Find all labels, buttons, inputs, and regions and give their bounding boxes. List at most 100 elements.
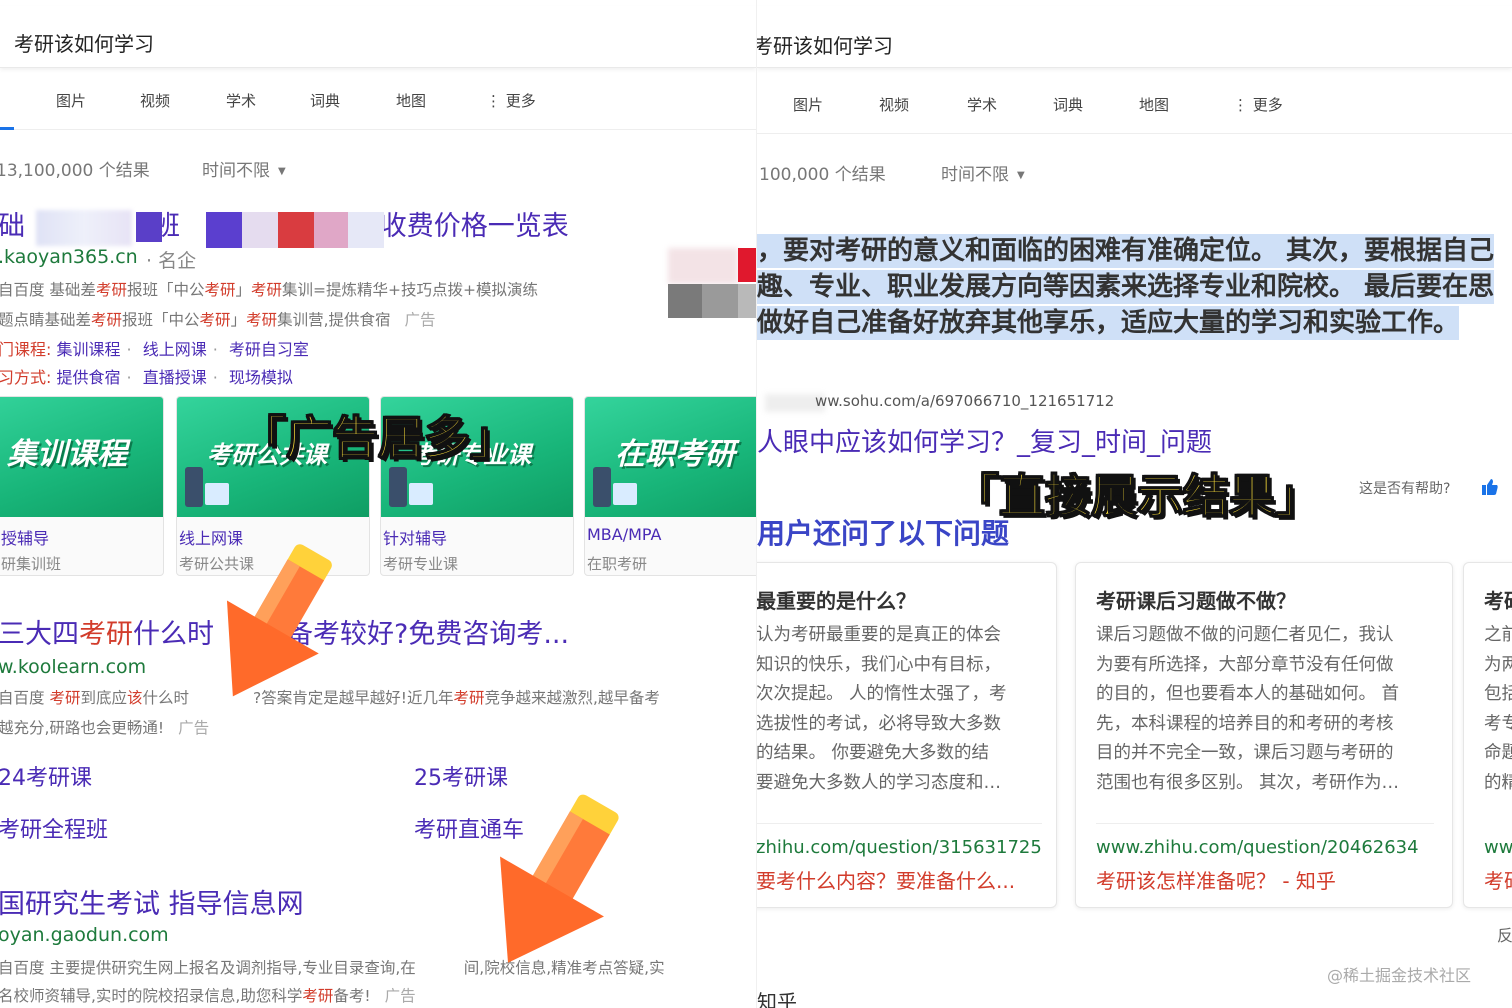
results-count: 13,100,000 个结果 bbox=[0, 161, 150, 181]
search-query[interactable]: 考研该如何学习 bbox=[14, 28, 154, 57]
ad-result-url[interactable]: w.koolearn.com bbox=[0, 656, 146, 678]
ad-result-brand: · 名企 bbox=[146, 250, 197, 272]
sitelink[interactable]: 考研全程班 bbox=[0, 812, 108, 844]
watermark: @稀土掘金技术社区 bbox=[1327, 966, 1472, 985]
ad-snippet-line2: 题点睛基础差考研报班「中公考研」考研集训营,提供食宿 广告 bbox=[0, 311, 436, 329]
arrow-down-left-icon bbox=[500, 794, 619, 963]
time-filter-dropdown[interactable]: 时间不限 ▼ bbox=[941, 160, 1025, 185]
ad-snippet-line2: 越充分,研路也会更畅通! 广告 bbox=[0, 719, 210, 737]
pixelated-region bbox=[738, 248, 756, 282]
answer-text-line: 做好自己准备好放弃其他享乐，适应大量的学习和实验工作。 bbox=[757, 306, 1460, 340]
question-answer: 课后习题做不做的问题仁者见仁，我认 为要有所选择，大部分章节没有任何做 的目的，… bbox=[1096, 625, 1400, 793]
course-card-image: 在职考研 bbox=[585, 397, 756, 517]
time-filter-dropdown[interactable]: 时间不限 ▼ bbox=[202, 156, 286, 181]
helpful-prompt: 这是否有帮助? bbox=[1359, 481, 1451, 497]
divider bbox=[757, 823, 1042, 824]
course-card-image: 集训课程 bbox=[0, 397, 163, 517]
thumbs-up-icon[interactable] bbox=[1481, 478, 1499, 496]
pixelated-region bbox=[278, 212, 314, 248]
question-answer: 之前 为两 包括 考专 命题 的精 bbox=[1484, 625, 1512, 793]
caret-down-icon: ▼ bbox=[1017, 169, 1025, 181]
pixelated-region bbox=[136, 212, 162, 242]
tab-more[interactable]: ⋮ 更多 bbox=[486, 90, 536, 111]
search-query[interactable]: 考研该如何学习 bbox=[757, 30, 893, 59]
laptop-icon bbox=[613, 483, 637, 505]
feedback-link[interactable]: 反 bbox=[1497, 922, 1512, 946]
tab-active-indicator bbox=[0, 127, 14, 130]
question-source-url[interactable]: zhihu.com/question/315631725 bbox=[757, 837, 1042, 858]
question-card[interactable]: 最重要的是什么？ 认为考研最重要的是真正的体会 知识的快乐，我们心中有目标， 次… bbox=[756, 562, 1057, 908]
answer-source-url[interactable]: ww.sohu.com/a/697066710_121651712 bbox=[815, 392, 1114, 410]
caret-down-icon: ▼ bbox=[278, 165, 286, 177]
pixelated-region bbox=[668, 284, 702, 318]
arrow-down-left-icon bbox=[226, 544, 332, 697]
search-tabs: 图片 视频 学术 词典 地图 ⋮ 更多 bbox=[0, 88, 756, 130]
tab-images[interactable]: 图片 bbox=[793, 94, 823, 115]
question-card[interactable]: 考研课后习题做不做？ 课后习题做不做的问题仁者见仁，我认 为要有所选择，大部分章… bbox=[1075, 562, 1453, 908]
course-card[interactable]: 在职考研 MBA/MPA 在职考研 bbox=[584, 396, 756, 576]
sitelink[interactable]: 现场模拟 bbox=[229, 368, 293, 387]
tab-academic[interactable]: 学术 bbox=[967, 94, 997, 115]
question-source-url[interactable]: www bbox=[1484, 837, 1512, 858]
laptop-icon bbox=[205, 483, 229, 505]
time-filter-label: 时间不限 bbox=[941, 165, 1009, 185]
sitelink[interactable]: 线上网课 bbox=[143, 340, 207, 359]
next-result-title[interactable]: 知乎 bbox=[757, 986, 797, 1008]
pixelated-region bbox=[36, 210, 132, 246]
pixelated-region bbox=[206, 212, 242, 248]
tab-dictionary[interactable]: 词典 bbox=[1053, 94, 1083, 115]
search-tabs: 图片 视频 学术 词典 地图 ⋮ 更多 bbox=[757, 92, 1512, 134]
sitelinks-row1: 门课程: 集训课程 · 线上网课 · 考研自习室 bbox=[0, 340, 309, 359]
question-title: 最重要的是什么？ bbox=[756, 589, 916, 613]
card-subtitle: 研集训班 bbox=[1, 555, 62, 573]
pixelated-region bbox=[668, 248, 738, 284]
answer-text-line: ，要对考研的意义和面临的困难有准确定位。 其次，要根据自己 bbox=[757, 234, 1495, 268]
question-source-link[interactable]: 要考什么内容？要准备什么... bbox=[757, 865, 1015, 894]
sitelink[interactable]: 集训课程 bbox=[57, 340, 121, 359]
tab-maps[interactable]: 地图 bbox=[1139, 94, 1169, 115]
ad-result-url[interactable]: .kaoyan365.cn bbox=[0, 246, 138, 268]
ad-label: 广告 bbox=[178, 719, 210, 737]
search-bar[interactable]: 考研该如何学习 bbox=[0, 6, 756, 68]
sitelink[interactable]: 24考研课 bbox=[0, 760, 92, 792]
sitelink[interactable]: 直播授课 bbox=[143, 368, 207, 387]
sitelink[interactable]: 25考研课 bbox=[414, 760, 508, 792]
tab-images[interactable]: 图片 bbox=[56, 90, 86, 111]
card-title: 授辅导 bbox=[1, 529, 50, 548]
ad-result-title[interactable]: 国研究生考试 指导信息网 bbox=[0, 882, 304, 921]
divider bbox=[1096, 823, 1434, 824]
search-bar[interactable]: 考研该如何学习 bbox=[757, 6, 1512, 68]
course-card[interactable]: 集训课程 授辅导 研集训班 bbox=[0, 396, 164, 576]
ad-label: 广告 bbox=[404, 311, 436, 329]
question-card[interactable]: 考研 之前 为两 包括 考专 命题 的精 www 考研 bbox=[1463, 562, 1512, 908]
right-screenshot-panel: 考研该如何学习 图片 视频 学术 词典 地图 ⋮ 更多 100,000 个结果 … bbox=[756, 0, 1512, 1008]
results-count: 100,000 个结果 bbox=[759, 165, 886, 185]
tab-dictionary[interactable]: 词典 bbox=[310, 90, 340, 111]
left-screenshot-panel: 考研该如何学习 图片 视频 学术 词典 地图 ⋮ 更多 13,100,000 个… bbox=[0, 0, 756, 1008]
tab-maps[interactable]: 地图 bbox=[396, 90, 426, 111]
answer-text-line: 趣、专业、职业发展方向等因素来选择专业和院校。 最后要在思 bbox=[757, 270, 1495, 304]
question-answer: 认为考研最重要的是真正的体会 知识的快乐，我们心中有目标， 次次提起。 人的惰性… bbox=[756, 625, 1007, 793]
card-title: MBA/MPA bbox=[587, 525, 662, 544]
ad-snippet-line2: 名校师资辅导,实时的院校招录信息,助您科学考研备考! 广告 bbox=[0, 987, 416, 1005]
question-source-url[interactable]: www.zhihu.com/question/20462634 bbox=[1096, 837, 1419, 858]
card-subtitle: 考研专业课 bbox=[383, 555, 459, 573]
question-source-link[interactable]: 考研 bbox=[1484, 865, 1512, 894]
pixelated-region bbox=[314, 212, 348, 248]
card-subtitle: 在职考研 bbox=[587, 555, 648, 573]
answer-source-title[interactable]: 人眼中应该如何学习？_复习_时间_问题 bbox=[757, 422, 1212, 459]
tab-academic[interactable]: 学术 bbox=[226, 90, 256, 111]
tab-videos[interactable]: 视频 bbox=[140, 90, 170, 111]
more-dots-icon: ⋮ bbox=[486, 92, 501, 110]
ad-result-url[interactable]: oyan.gaodun.com bbox=[0, 924, 169, 946]
card-title: 针对辅导 bbox=[383, 529, 448, 548]
people-also-ask-heading: 用户还问了以下问题 bbox=[757, 517, 1010, 550]
question-source-link[interactable]: 考研该怎样准备呢？ - 知乎 bbox=[1096, 865, 1336, 894]
tab-more[interactable]: ⋮ 更多 bbox=[1233, 94, 1283, 115]
pixelated-region bbox=[348, 212, 384, 248]
pixelated-region bbox=[242, 212, 278, 248]
sitelink[interactable]: 考研自习室 bbox=[229, 340, 309, 359]
sitelink[interactable]: 提供食宿 bbox=[57, 368, 121, 387]
tab-videos[interactable]: 视频 bbox=[879, 94, 909, 115]
sitelinks-row2: 习方式: 提供食宿 · 直播授课 · 现场模拟 bbox=[0, 368, 293, 387]
